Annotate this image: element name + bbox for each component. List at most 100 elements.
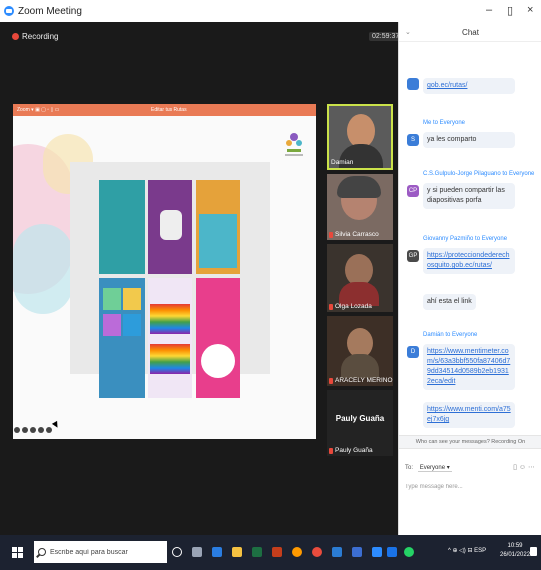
participant-name: ARACELY MERINO xyxy=(329,377,393,384)
recording-indicator[interactable]: Recording xyxy=(12,32,58,41)
participants-icon[interactable] xyxy=(30,427,36,433)
participant-tile-silvia[interactable]: Silvia Carrasco xyxy=(327,174,393,240)
whatsapp-icon[interactable] xyxy=(404,547,414,557)
more-icon[interactable]: ⋯ xyxy=(528,464,535,471)
windows-start-icon[interactable] xyxy=(12,547,23,558)
avatar xyxy=(407,78,419,90)
clock-time: 10:59 xyxy=(507,543,523,549)
participant-tile-aracely[interactable]: ARACELY MERINO xyxy=(327,316,393,386)
participant-display-name: Pauly Guaña xyxy=(335,414,385,423)
chat-sender: Giovanny Pazmiño to Everyone xyxy=(423,236,508,242)
participant-video xyxy=(347,114,375,148)
recipient-dropdown[interactable]: Everyone ▾ xyxy=(417,464,452,472)
muted-mic-icon xyxy=(329,447,333,454)
taskbar-search[interactable] xyxy=(34,541,167,563)
zoom-logo-icon xyxy=(4,6,14,16)
chat-message: y si pueden compartir las diapositivas p… xyxy=(423,183,515,209)
chat-message-input[interactable] xyxy=(405,480,535,494)
poster-image xyxy=(196,278,240,398)
taskbar-app-icon[interactable] xyxy=(352,547,362,557)
taskbar-search-input[interactable] xyxy=(50,548,160,556)
cortana-icon[interactable] xyxy=(172,547,182,557)
record-icon[interactable] xyxy=(46,427,52,433)
to-label: To: xyxy=(405,465,414,471)
chat-visibility-info[interactable]: Who can see your messages? Recording On xyxy=(399,435,541,449)
poster-image xyxy=(148,278,192,398)
chat-message-link[interactable]: gob.ec/rutas/ xyxy=(423,78,515,94)
shared-toolbar-text: Zoom ▾ ▣ ▢ ▫ ▯ ▭ xyxy=(17,107,60,113)
chat-message: ya les comparto xyxy=(423,132,515,148)
muted-mic-icon xyxy=(329,303,333,310)
system-tray[interactable]: ^ ⊕ ◁) ⊟ ESP xyxy=(448,547,486,554)
restore-button[interactable]: ▯ xyxy=(507,4,513,17)
chat-message-link[interactable]: https://www.menti.com/a75ej7x6jg xyxy=(423,402,515,428)
chat-sender: Me to Everyone xyxy=(423,120,466,126)
poster-photo xyxy=(123,314,141,336)
participant-name: Pauly Guaña xyxy=(329,447,373,454)
meeting-area: Recording 02:59:37 Zoom ▾ ▣ ▢ ▫ ▯ ▭ Edit… xyxy=(0,22,403,535)
taskbar-app-icon[interactable] xyxy=(292,547,302,557)
speech-bubble-graphic xyxy=(201,344,235,378)
muted-mic-icon xyxy=(329,231,333,238)
clock-date: 26/01/2022 xyxy=(500,552,531,558)
poster-image xyxy=(99,180,145,274)
rainbow-graphic xyxy=(150,344,190,374)
windows-taskbar: ^ ⊕ ◁) ⊟ ESP 10:59 26/01/2022 xyxy=(0,535,541,570)
zoom-taskbar-icon[interactable] xyxy=(372,547,382,557)
poster-photo xyxy=(103,314,121,336)
chat-header: ⌄ Chat xyxy=(399,22,541,42)
chat-icon[interactable] xyxy=(38,427,44,433)
participant-name: Damian xyxy=(331,159,354,166)
participant-name: Olga Lozada xyxy=(329,303,372,310)
chat-message-link[interactable]: https://www.mentimeter.com/s/63a3bbf550f… xyxy=(423,344,515,390)
minimize-button[interactable]: – xyxy=(486,4,492,16)
shared-screen: Zoom ▾ ▣ ▢ ▫ ▯ ▭ Editar tus Rutas xyxy=(13,104,316,439)
participant-tile-pauly[interactable]: Pauly Guaña Pauly Guaña xyxy=(327,390,393,456)
avatar: GP xyxy=(407,250,419,262)
participant-name: Silvia Carrasco xyxy=(329,231,379,238)
recording-label: Recording xyxy=(22,32,59,41)
chat-message: ahí esta el link xyxy=(423,294,476,310)
participant-tile-olga[interactable]: Olga Lozada xyxy=(327,244,393,312)
notification-icon[interactable] xyxy=(530,547,537,556)
chat-sender: Damián to Everyone xyxy=(423,332,478,338)
search-icon xyxy=(38,548,46,556)
avatar: CP xyxy=(407,185,419,197)
taskbar-clock[interactable]: 10:59 26/01/2022 xyxy=(500,542,530,560)
decorative-shape xyxy=(13,224,73,314)
poster-photo xyxy=(199,214,237,268)
task-view-icon[interactable] xyxy=(192,547,202,557)
record-dot-icon xyxy=(12,33,19,40)
hand-graphic xyxy=(160,210,182,240)
muted-mic-icon xyxy=(329,377,333,384)
organization-logo-icon xyxy=(285,133,303,156)
participant-tile-damian[interactable]: Damian xyxy=(327,104,393,170)
word-icon[interactable] xyxy=(332,547,342,557)
file-explorer-icon[interactable] xyxy=(232,547,242,557)
powerpoint-icon[interactable] xyxy=(272,547,282,557)
taskbar-app-icon[interactable] xyxy=(387,547,397,557)
chat-message-link[interactable]: https://protecciondederechosquito.gob.ec… xyxy=(423,248,515,274)
chrome-icon[interactable] xyxy=(312,547,322,557)
participant-video xyxy=(341,354,379,378)
zoom-window: Zoom Meeting – ▯ × Recording 02:59:37 Zo… xyxy=(0,0,541,570)
avatar: D xyxy=(407,346,419,358)
excel-icon[interactable] xyxy=(252,547,262,557)
chat-sender: C.S.Gulpulo-Jorge Pilaguano to Everyone xyxy=(423,171,535,177)
shared-browser-toolbar: Zoom ▾ ▣ ▢ ▫ ▯ ▭ Editar tus Rutas xyxy=(13,104,316,116)
chat-tools: ▯ ☺ ⋯ xyxy=(513,463,535,471)
mic-icon[interactable] xyxy=(14,427,20,433)
shared-bottom-controls xyxy=(14,427,52,433)
chat-panel: ⌄ Chat gob.ec/rutas/ Me to Everyone S ya… xyxy=(398,22,541,535)
participant-video xyxy=(337,176,381,198)
emoji-icon[interactable]: ☺ xyxy=(519,464,526,471)
taskbar-app-icon[interactable] xyxy=(212,547,222,557)
chat-messages: gob.ec/rutas/ Me to Everyone S ya les co… xyxy=(399,44,541,444)
chat-title: Chat xyxy=(462,28,479,37)
video-icon[interactable] xyxy=(22,427,28,433)
participant-video xyxy=(339,144,383,168)
mouse-cursor-icon xyxy=(51,420,61,430)
file-icon[interactable]: ▯ xyxy=(513,464,517,471)
shared-tab-title: Editar tus Rutas xyxy=(151,107,187,113)
close-button[interactable]: × xyxy=(527,4,533,16)
